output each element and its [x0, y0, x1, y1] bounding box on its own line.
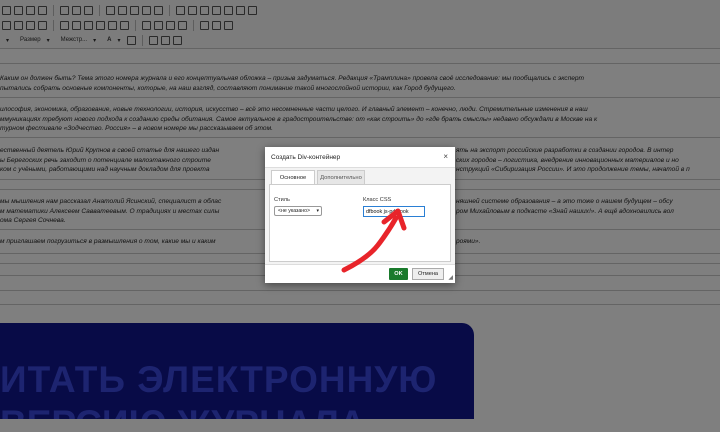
- annotation-arrow-icon: [341, 208, 407, 273]
